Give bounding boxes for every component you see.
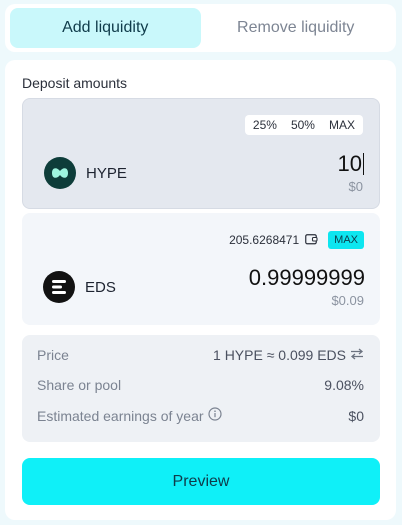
token-b-usd-value: $0.09	[331, 293, 364, 308]
wallet-icon	[305, 233, 318, 248]
liquidity-tabs: Add liquidity Remove liquidity	[5, 4, 396, 52]
token-a-usd-value: $0	[348, 179, 363, 194]
token-a-amount-value: 10	[337, 151, 362, 176]
token-b-selector: EDS	[43, 271, 116, 303]
token-b-max-button[interactable]: MAX	[328, 231, 364, 249]
token-b-amount-value: 0.99999999	[248, 265, 365, 290]
eds-logo-icon	[43, 271, 75, 303]
price-value: 1 HYPE ≈ 0.099 EDS	[213, 347, 346, 363]
token-b-input-box[interactable]: 205.6268471 MAX EDS 0.99999999 $0.09	[22, 213, 380, 325]
deposit-amounts-title: Deposit amounts	[22, 75, 128, 91]
tab-remove-liquidity[interactable]: Remove liquidity	[201, 8, 392, 48]
swap-direction-icon[interactable]	[350, 347, 364, 363]
token-a-symbol: HYPE	[86, 164, 127, 182]
price-row: Price 1 HYPE ≈ 0.099 EDS	[37, 347, 364, 363]
hype-logo-icon	[44, 157, 76, 189]
share-value: 9.08%	[324, 377, 364, 393]
share-label: Share or pool	[37, 377, 122, 393]
pool-info-box: Price 1 HYPE ≈ 0.099 EDS Share or pool 9…	[22, 335, 380, 442]
tab-add-liquidity[interactable]: Add liquidity	[10, 8, 201, 48]
percent-50-button[interactable]: 50%	[291, 118, 315, 132]
token-b-amount-input[interactable]: 0.99999999	[249, 265, 365, 291]
earnings-value: $0	[348, 407, 364, 424]
token-a-input-box[interactable]: 25% 50% MAX HYPE 10 $0	[22, 98, 380, 209]
percent-max-button[interactable]: MAX	[329, 118, 355, 132]
token-b-balance: 205.6268471	[229, 233, 300, 247]
info-icon[interactable]	[207, 407, 222, 424]
price-label: Price	[37, 347, 69, 363]
token-b-symbol: EDS	[85, 278, 116, 296]
deposit-card: Deposit amounts 25% 50% MAX HYPE 10 $0 2…	[5, 60, 396, 520]
token-a-amount-input[interactable]: 10	[338, 151, 364, 177]
percent-buttons: 25% 50% MAX	[244, 115, 363, 135]
share-row: Share or pool 9.08%	[37, 377, 364, 393]
earnings-label: Estimated earnings of year	[37, 407, 204, 424]
text-caret	[363, 153, 364, 175]
token-b-balance-row: 205.6268471 MAX	[229, 231, 364, 249]
percent-25-button[interactable]: 25%	[253, 118, 277, 132]
token-a-selector: HYPE	[44, 157, 127, 189]
preview-button[interactable]: Preview	[22, 458, 380, 505]
earnings-row: Estimated earnings of year $0	[37, 407, 364, 424]
